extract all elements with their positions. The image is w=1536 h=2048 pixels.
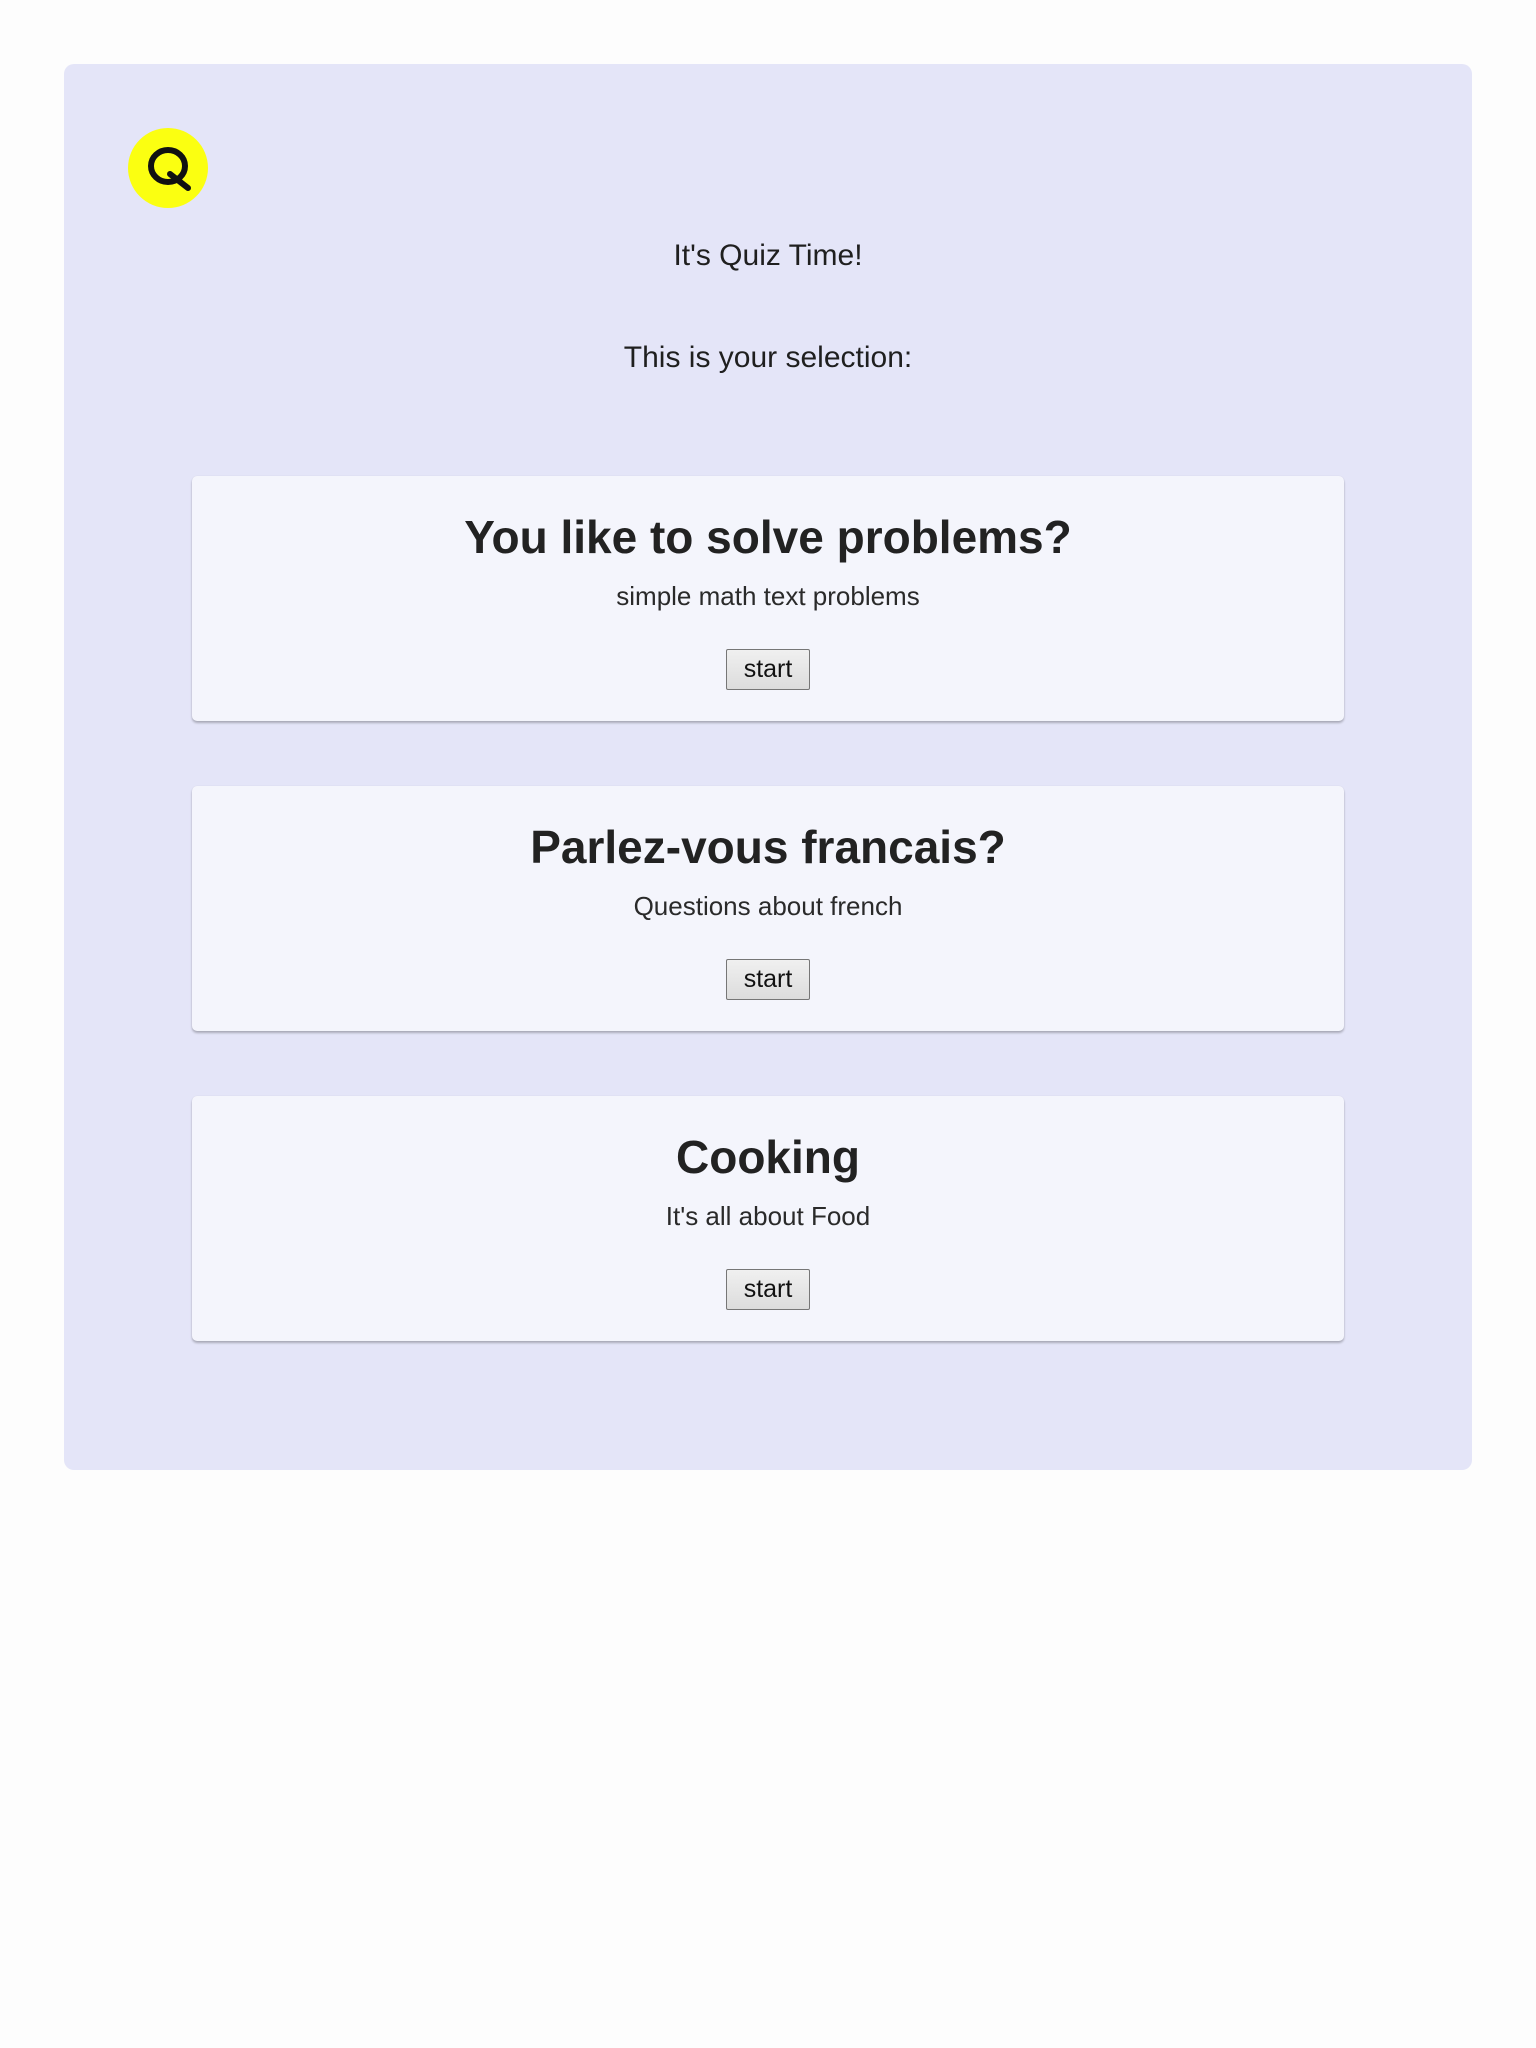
quiz-card-title: You like to solve problems? xyxy=(464,511,1072,563)
quiz-card-description: It's all about Food xyxy=(665,1201,871,1231)
quiz-card-title: Parlez-vous francais? xyxy=(530,821,1006,873)
quiz-card-title: Cooking xyxy=(676,1131,860,1183)
page-title: It's Quiz Time! xyxy=(673,239,863,272)
quiz-card-cooking: Cooking It's all about Food start xyxy=(192,1096,1344,1341)
start-french-quiz-button[interactable]: start xyxy=(726,959,810,1000)
quiz-card-description: simple math text problems xyxy=(616,581,920,611)
page-subtitle: This is your selection: xyxy=(623,341,913,374)
quiz-card-french: Parlez-vous francais? Questions about fr… xyxy=(192,786,1344,1031)
quiz-card-list: You like to solve problems? simple math … xyxy=(192,476,1344,1406)
start-cooking-quiz-button[interactable]: start xyxy=(726,1269,810,1310)
quiz-panel: It's Quiz Time! This is your selection: … xyxy=(64,64,1472,1470)
quiz-card-math: You like to solve problems? simple math … xyxy=(192,476,1344,721)
quiz-q-logo-icon xyxy=(128,128,208,208)
quiz-card-description: Questions about french xyxy=(633,891,903,921)
q-letter-icon xyxy=(148,147,191,191)
start-math-quiz-button[interactable]: start xyxy=(726,649,810,690)
